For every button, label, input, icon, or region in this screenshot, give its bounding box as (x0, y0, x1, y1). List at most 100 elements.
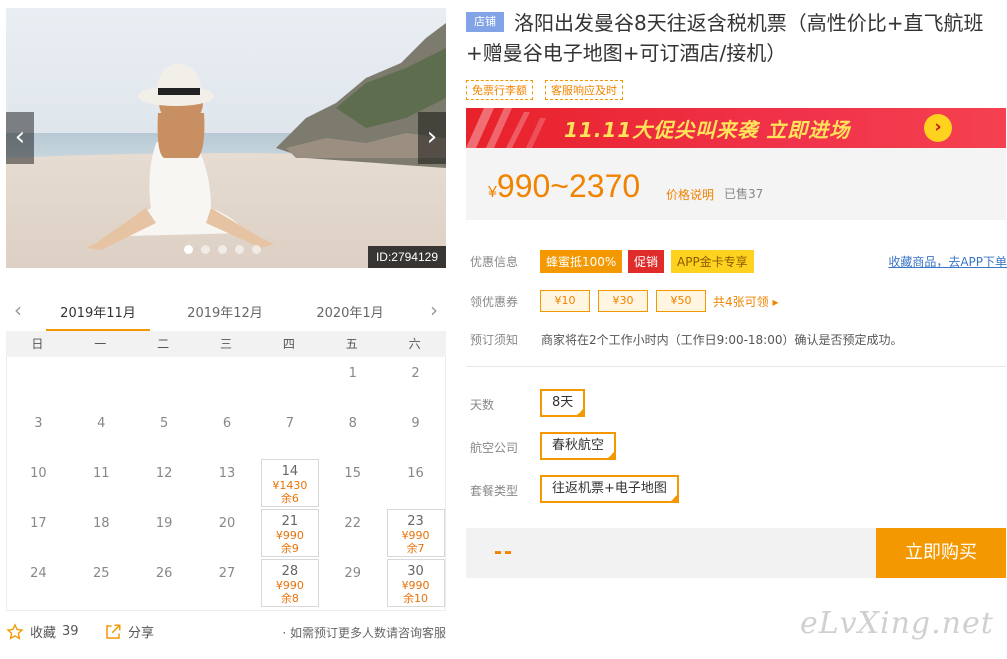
option-days-value: 8天 (552, 395, 574, 410)
calendar-day-stock: 余7 (406, 542, 425, 555)
days-label: 天数 (470, 398, 495, 412)
promo-banner[interactable]: 11.11大促尖叫来袭 立即进场 › (466, 108, 1006, 148)
calendar-day-price: ¥990 (401, 579, 430, 592)
calendar-day-available[interactable]: 21 ¥990 余9 (260, 509, 319, 557)
tab-month-1[interactable]: 2019年11月 (46, 302, 150, 332)
calendar-day-stock: 余10 (403, 592, 429, 605)
calendar-day: 2 (387, 359, 445, 407)
calendar-day-number: 30 (407, 564, 424, 579)
calendar-day-available[interactable]: 30 ¥990 余10 (386, 559, 445, 607)
tab-month-2[interactable]: 2019年12月 (173, 302, 277, 329)
calendar-day-number: 3 (34, 416, 43, 431)
buy-now-button[interactable]: 立即购买 (876, 528, 1006, 578)
calendar-day: 6 (198, 409, 256, 457)
total-price: -- (494, 538, 514, 565)
calendar-day: 4 (72, 409, 130, 457)
booking-notice-label: 预订须知 (470, 333, 519, 347)
calendar-day-number: 5 (160, 416, 169, 431)
calendar-day: 29 (324, 559, 382, 607)
promo-tag-sale: 促销 (628, 250, 665, 273)
calendar-day-number: 26 (155, 566, 173, 581)
calendar-day-number: 18 (93, 516, 110, 531)
favorite-button[interactable]: 收藏 39 (6, 622, 79, 641)
coupon-50[interactable]: ¥50 (656, 290, 706, 312)
calendar-day-number: 23 (407, 514, 424, 529)
coupon-label: 领优惠券 (470, 295, 519, 309)
calendar-day-available[interactable]: 23 ¥990 余7 (386, 509, 445, 557)
price-currency: ¥ (488, 184, 497, 201)
calendar-day-price: ¥990 (401, 529, 430, 542)
promo-tag-app-gold: APP金卡专享 (671, 250, 754, 273)
carousel-next-button[interactable]: › (418, 112, 446, 164)
promo-tag-honey: 蜂蜜抵100% (540, 250, 623, 273)
carousel-dot[interactable] (201, 245, 210, 254)
calendar-day-number: 25 (93, 566, 110, 581)
product-photo-carousel[interactable]: ‹ › ID:2794129 (6, 8, 446, 268)
calendar-day-number: 13 (218, 466, 236, 481)
calendar-day: 24 (9, 559, 67, 607)
carousel-dot[interactable] (218, 245, 227, 254)
calendar-day-number: 29 (344, 566, 361, 581)
calendar-day: 22 (324, 509, 382, 557)
check-icon: ✓ (608, 451, 615, 459)
option-package[interactable]: 往返机票+电子地图 ✓ (540, 475, 679, 503)
price-box: ¥990~2370 价格说明 已售37 (466, 148, 1006, 220)
calendar-day: 10 (9, 459, 67, 507)
price-range: ¥990~2370 (488, 168, 640, 205)
calendar-day: 3 (9, 409, 67, 457)
calendar-day-number: 1 (348, 366, 357, 381)
calendar-day: 18 (72, 509, 130, 557)
calendar-day-number: 15 (344, 466, 361, 481)
calendar-day-number: 16 (407, 466, 424, 481)
star-icon (6, 622, 24, 640)
calendar-day: 7 (261, 409, 319, 457)
calendar-day-available[interactable]: 28 ¥990 余8 (260, 559, 319, 607)
coupon-10[interactable]: ¥10 (540, 290, 590, 312)
calendar-prev-month-icon[interactable]: ‹ (14, 298, 22, 322)
coupon-30[interactable]: ¥30 (598, 290, 648, 312)
favorite-count: 39 (62, 624, 79, 639)
calendar-next-month-icon[interactable]: › (430, 298, 438, 322)
booking-notice-text: 商家将在2个工作小时内（工作日9:00-18:00）确认是否预定成功。 (541, 333, 903, 347)
calendar-day-number: 28 (281, 564, 299, 579)
calendar-day-number: 10 (30, 466, 47, 481)
calendar-day: 26 (135, 559, 193, 607)
calendar-day: 12 (135, 459, 193, 507)
calendar-day: 8 (324, 409, 382, 457)
photo-id-label: ID:2794129 (367, 246, 446, 268)
coupon-more-link[interactable]: 共4张可领 ▸ (713, 293, 778, 310)
circle-chevron-right-icon: › (924, 114, 952, 142)
price-explanation-link[interactable]: 价格说明 (666, 186, 714, 203)
calendar-day-available[interactable]: 14 ¥1430 余6 (260, 459, 319, 507)
calendar-day-number: 7 (285, 416, 294, 431)
watermark: eLvXing.net (800, 606, 994, 641)
calendar-day-number: 8 (348, 416, 357, 431)
calendar-day-number: 14 (281, 464, 299, 479)
shop-badge[interactable]: 店铺 (466, 12, 504, 32)
tab-month-3[interactable]: 2020年1月 (298, 302, 402, 329)
product-actions: 收藏 39 分享 · 如需预订更多人数请咨询客服 (6, 620, 446, 644)
service-tags: 免票行李额 客服响应及时 (466, 80, 623, 100)
calendar-day-number: 17 (30, 516, 47, 531)
carousel-dot[interactable] (252, 245, 261, 254)
calendar-day: 5 (135, 409, 193, 457)
weekday-sat: 六 (408, 337, 421, 351)
option-days[interactable]: 8天 ✓ (540, 389, 586, 417)
carousel-prev-button[interactable]: ‹ (6, 112, 34, 164)
calendar-day: 1 (324, 359, 382, 407)
calendar-month-nav: ‹ 2019年11月 2019年12月 2020年1月 › (6, 296, 446, 332)
option-airline[interactable]: 春秋航空 ✓ (540, 432, 617, 460)
favorite-label: 收藏 (30, 626, 57, 641)
discount-label: 优惠信息 (470, 255, 519, 269)
collect-product-link[interactable]: 收藏商品，去APP下单 (888, 253, 1007, 270)
weekday-thu: 四 (282, 337, 295, 351)
chevron-right-icon: › (426, 122, 438, 152)
carousel-dot[interactable] (184, 245, 193, 254)
share-button[interactable]: 分享 (104, 622, 154, 641)
weekday-tue: 二 (157, 337, 170, 351)
weekday-wed: 三 (220, 337, 233, 351)
calendar-day-stock: 余9 (280, 542, 299, 555)
calendar-day: 15 (324, 459, 382, 507)
carousel-dot[interactable] (235, 245, 244, 254)
calendar-day: 9 (387, 409, 445, 457)
